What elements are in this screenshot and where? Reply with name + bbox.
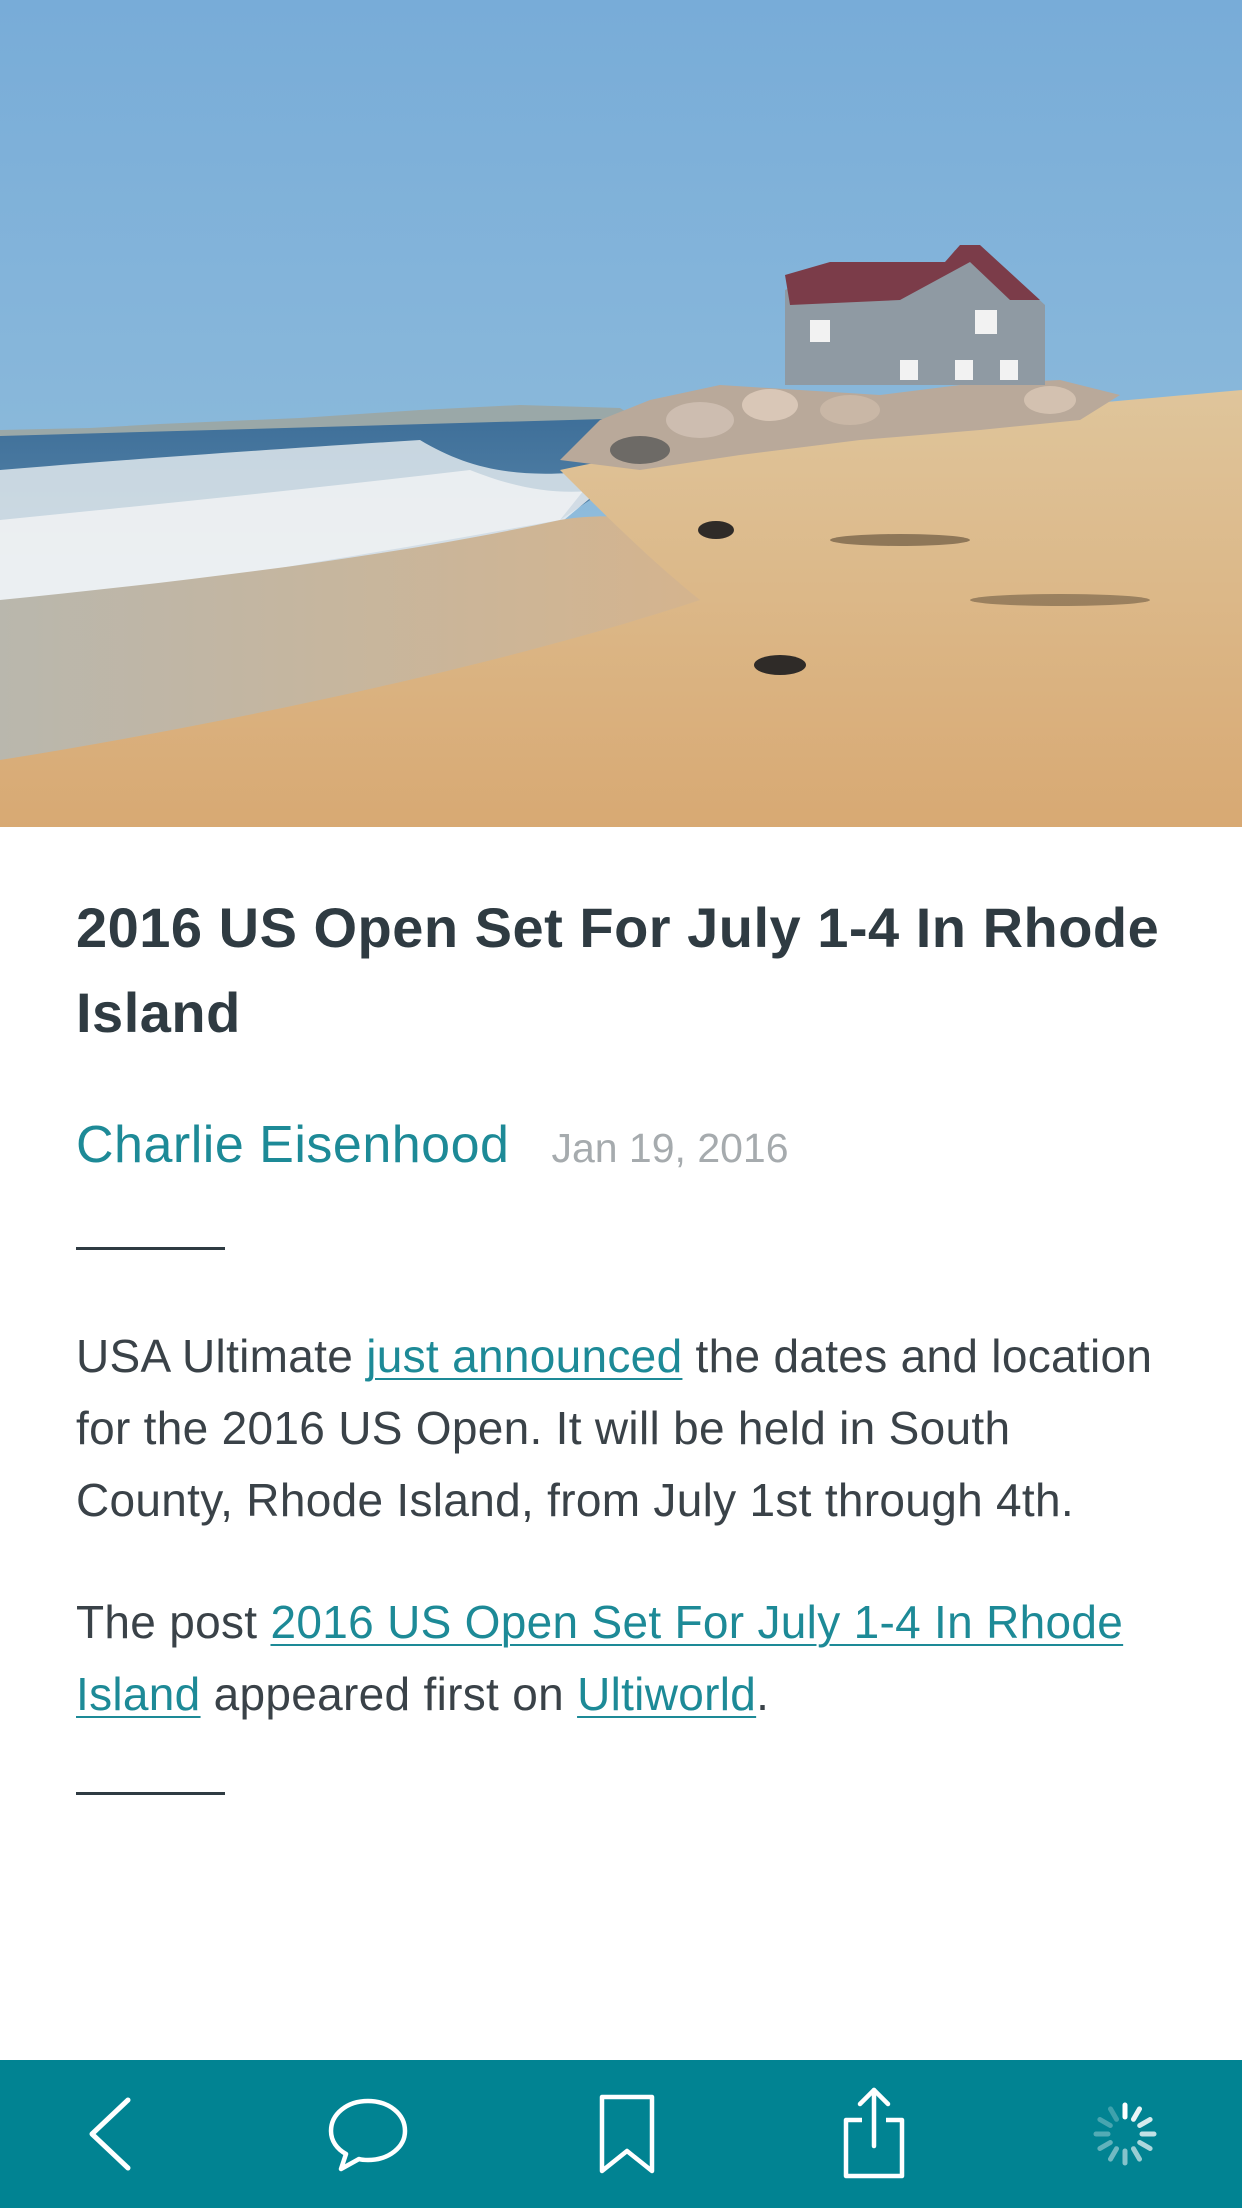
beach-house-photo [0, 0, 1242, 827]
paragraph-text: . [756, 1668, 770, 1720]
comments-button[interactable] [293, 2060, 443, 2208]
comment-icon [328, 2098, 408, 2172]
divider [76, 1792, 225, 1795]
back-icon [89, 2097, 131, 2171]
bottom-toolbar [0, 2060, 1242, 2208]
article-meta: Charlie Eisenhood Jan 19, 2016 [76, 1115, 1166, 1185]
article-title: 2016 US Open Set For July 1-4 In Rhode I… [76, 896, 1160, 1044]
back-button[interactable] [37, 2060, 187, 2208]
share-icon [843, 2087, 905, 2179]
hero-image [0, 0, 1242, 827]
divider [76, 1247, 225, 1250]
author-link[interactable]: Charlie Eisenhood [76, 1115, 509, 1175]
bookmark-button[interactable] [552, 2060, 702, 2208]
article-paragraph: USA Ultimate just announced the dates an… [76, 1320, 1166, 1536]
paragraph-text: USA Ultimate [76, 1330, 367, 1382]
paragraph-text: The post [76, 1596, 271, 1648]
ultiworld-link[interactable]: Ultiworld [577, 1668, 756, 1720]
share-button[interactable] [799, 2060, 949, 2208]
loading-spinner-icon [1093, 2102, 1157, 2166]
loading-button[interactable] [1050, 2060, 1200, 2208]
paragraph-text: appeared first on [200, 1668, 578, 1720]
article-paragraph: The post 2016 US Open Set For July 1-4 I… [76, 1586, 1166, 1730]
bookmark-icon [599, 2094, 655, 2174]
article: 2016 US Open Set For July 1-4 In Rhode I… [76, 885, 1166, 1795]
just-announced-link[interactable]: just announced [366, 1330, 682, 1382]
publish-date: Jan 19, 2016 [551, 1125, 789, 1171]
